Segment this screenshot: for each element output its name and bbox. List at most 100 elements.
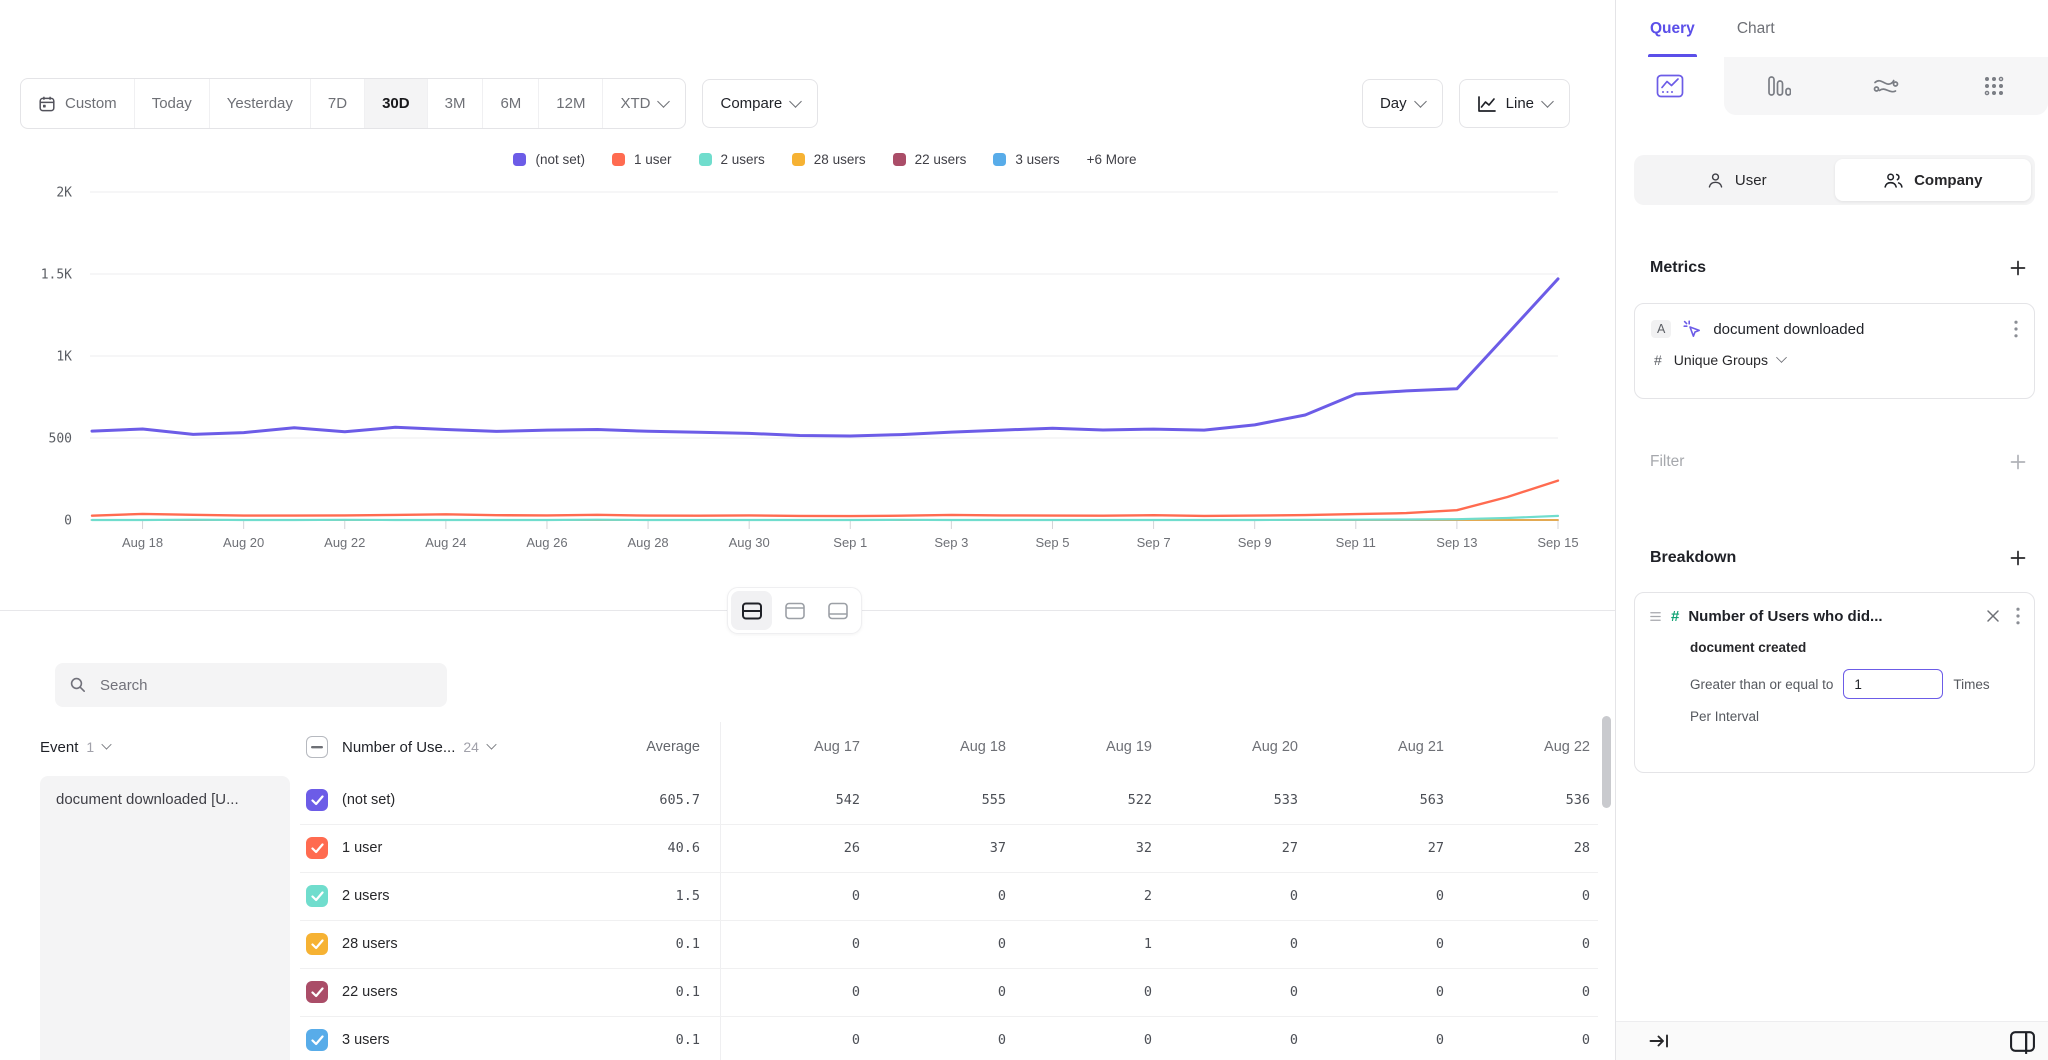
add-breakdown-button[interactable] — [2008, 548, 2028, 568]
audience-option-company[interactable]: Company — [1835, 159, 2032, 201]
charttype-flow-icon[interactable] — [1832, 57, 1940, 115]
chart-type-button[interactable]: Line — [1459, 79, 1570, 128]
view-toggle-split[interactable] — [731, 591, 772, 630]
date-column-header: Aug 20 — [1162, 722, 1298, 772]
legend-item[interactable]: (not set) — [513, 152, 585, 167]
legend-item[interactable]: 3 users — [993, 152, 1059, 167]
compare-button[interactable]: Compare — [702, 79, 818, 128]
svg-text:2K: 2K — [56, 186, 72, 201]
kebab-menu-icon[interactable] — [2014, 320, 2018, 338]
table-row: 2 users1.5002000 — [0, 872, 1598, 920]
cell-value: 0 — [870, 872, 1006, 920]
select-all-checkbox[interactable] — [306, 722, 328, 772]
add-metric-button[interactable] — [2008, 258, 2028, 278]
charttype-bar-chart-icon[interactable] — [1724, 57, 1832, 115]
measure-selector[interactable]: Unique Groups — [1674, 352, 1786, 368]
row-checkbox[interactable] — [306, 981, 328, 1003]
chart-type-tabs — [1616, 57, 2048, 115]
date-range-12m[interactable]: 12M — [539, 79, 603, 128]
table-row: (not set)605.7542555522533563536 — [0, 776, 1598, 824]
tab-query[interactable]: Query — [1650, 0, 1695, 57]
legend-swatch — [792, 153, 805, 166]
legend-item[interactable]: 22 users — [893, 152, 967, 167]
svg-text:Aug 30: Aug 30 — [729, 535, 770, 550]
search-icon — [69, 676, 87, 694]
cell-value: 0 — [870, 920, 1006, 968]
legend-item[interactable]: 2 users — [699, 152, 765, 167]
date-range-6m[interactable]: 6M — [483, 79, 539, 128]
per-interval-label: Per Interval — [1690, 709, 2020, 724]
cell-value: 0 — [1308, 968, 1444, 1016]
metric-event-name[interactable]: document downloaded — [1713, 321, 2003, 338]
date-range-group: CustomTodayYesterday7D30D3M6M12MXTD — [20, 78, 686, 129]
date-range-7d[interactable]: 7D — [311, 79, 365, 128]
charttype-line-chart-icon[interactable] — [1616, 57, 1724, 115]
sidebar-footer — [1616, 1021, 2048, 1060]
average-value: 0.1 — [560, 968, 700, 1016]
legend-item[interactable]: 28 users — [792, 152, 866, 167]
kebab-menu-icon[interactable] — [2016, 607, 2020, 625]
add-filter-button[interactable] — [2008, 452, 2028, 472]
cell-value: 0 — [1016, 968, 1152, 1016]
sidebar-tabs: Query Chart — [1616, 0, 2048, 57]
cell-value: 27 — [1162, 824, 1298, 872]
times-value-input[interactable] — [1843, 669, 1943, 699]
search-input[interactable] — [98, 676, 433, 695]
times-unit-label: Times — [1953, 677, 1989, 692]
line-chart[interactable]: 05001K1.5K2KAug 18Aug 20Aug 22Aug 24Aug … — [0, 178, 1615, 558]
row-checkbox[interactable] — [306, 933, 328, 955]
cell-value: 0 — [724, 968, 860, 1016]
series-label: 2 users — [342, 872, 390, 920]
date-column-header: Aug 21 — [1308, 722, 1444, 772]
date-range-yesterday[interactable]: Yesterday — [210, 79, 311, 128]
interval-button[interactable]: Day — [1362, 79, 1443, 128]
breakdown-section-header: Breakdown — [1650, 548, 2028, 568]
tab-chart[interactable]: Chart — [1737, 0, 1775, 57]
event-column-header[interactable]: Event 1 — [40, 722, 111, 772]
legend-more-button[interactable]: +6 More — [1087, 152, 1137, 167]
table-row: 28 users0.1001000 — [0, 920, 1598, 968]
row-checkbox[interactable] — [306, 789, 328, 811]
cell-value: 0 — [724, 872, 860, 920]
date-range-xtd[interactable]: XTD — [603, 79, 685, 128]
panel-layout-icon[interactable] — [2009, 1029, 2036, 1054]
svg-text:1K: 1K — [56, 350, 72, 365]
chart-legend: (not set) 1 user 2 users 28 users 22 users 3 … — [90, 152, 1560, 167]
svg-text:Sep 9: Sep 9 — [1238, 535, 1272, 550]
row-checkbox[interactable] — [306, 1029, 328, 1051]
close-icon[interactable] — [1985, 608, 2001, 624]
chevron-down-icon — [1541, 95, 1554, 108]
legend-item[interactable]: 1 user — [612, 152, 672, 167]
breakdown-event-name: document created — [1690, 640, 2020, 655]
series-label: (not set) — [342, 776, 395, 824]
drag-handle-icon[interactable] — [1649, 610, 1662, 623]
charttype-dot-grid-icon[interactable] — [1940, 57, 2048, 115]
company-icon — [1883, 171, 1904, 190]
cell-value: 0 — [1454, 872, 1590, 920]
collapse-panel-icon[interactable] — [1648, 1032, 1670, 1050]
breakdown-column-header[interactable]: Number of Use... 24 — [342, 722, 496, 772]
chevron-down-icon — [102, 739, 112, 749]
audience-option-user[interactable]: User — [1638, 159, 1835, 201]
chevron-down-icon — [486, 739, 496, 749]
cell-value: 0 — [724, 1016, 860, 1060]
date-range-3m[interactable]: 3M — [428, 79, 484, 128]
table-header: Event 1 Number of Use... 24 Average Aug … — [0, 722, 1598, 772]
date-range-custom[interactable]: Custom — [21, 79, 135, 128]
metric-card[interactable]: A document downloaded # Unique Groups — [1634, 303, 2035, 399]
event-click-icon — [1682, 319, 1702, 339]
date-range-today[interactable]: Today — [135, 79, 210, 128]
row-checkbox[interactable] — [306, 885, 328, 907]
row-checkbox[interactable] — [306, 837, 328, 859]
breakdown-card[interactable]: # Number of Users who did... document cr… — [1634, 592, 2035, 773]
chevron-down-icon — [1776, 352, 1787, 363]
cell-value: 0 — [1308, 1016, 1444, 1060]
table-row: 3 users0.1000000 — [0, 1016, 1598, 1060]
vertical-scrollbar[interactable] — [1602, 716, 1611, 808]
series-label: 28 users — [342, 920, 398, 968]
view-toggle-chart-only[interactable] — [774, 591, 815, 630]
average-value: 40.6 — [560, 824, 700, 872]
view-toggle-table-only[interactable] — [817, 591, 858, 630]
date-range-30d[interactable]: 30D — [365, 79, 428, 128]
chevron-down-icon — [658, 95, 671, 108]
